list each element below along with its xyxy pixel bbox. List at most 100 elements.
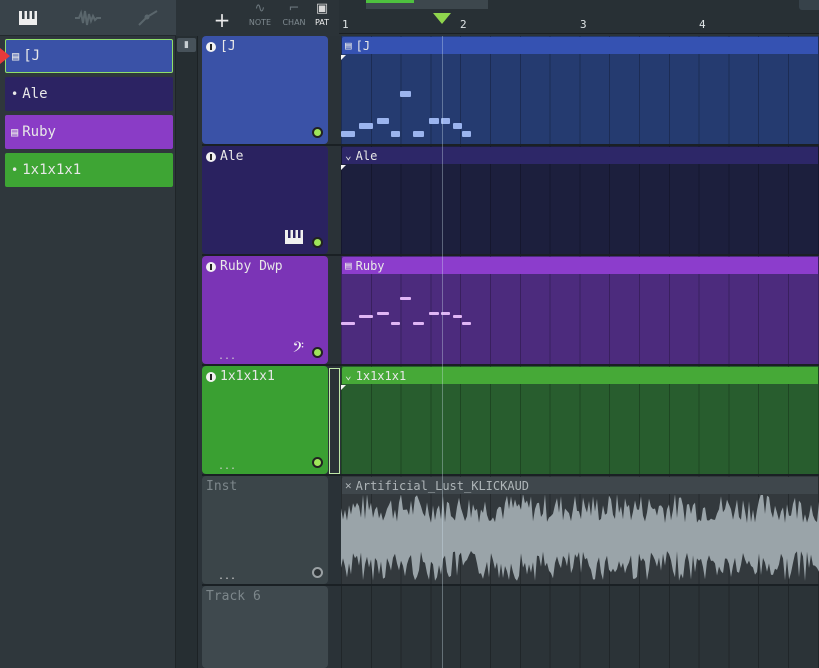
track-name: Ruby Dwp: [220, 259, 283, 274]
track-lane-6[interactable]: [341, 586, 819, 668]
track-resize-strip[interactable]: [329, 36, 341, 145]
waveform-icon[interactable]: [68, 6, 108, 30]
note: [359, 123, 373, 129]
note: [413, 322, 424, 325]
channel-dot-icon: •: [11, 163, 19, 177]
automation-icon[interactable]: [128, 6, 168, 30]
picker-item-label: [J: [23, 48, 41, 64]
clip-start-marker: [341, 385, 346, 390]
mute-icon[interactable]: [206, 371, 216, 382]
scroll-handle[interactable]: ▮: [177, 38, 196, 52]
picker-item-ale[interactable]: • Ale: [5, 77, 173, 111]
track-lane-4[interactable]: ⌄ 1x1x1x1: [341, 366, 819, 475]
track-enable-led[interactable]: [312, 567, 323, 578]
note: [462, 322, 471, 325]
ruler-corner-button[interactable]: [799, 0, 819, 10]
picker-item-pattern-j[interactable]: ▤ [J: [5, 39, 173, 73]
track-selection-outline: [329, 368, 340, 474]
playhead-marker[interactable]: [433, 13, 451, 24]
playhead-line: [442, 36, 443, 668]
track-name: Track 6: [206, 589, 261, 604]
track-resize-strip[interactable]: [329, 586, 341, 668]
track-header-5[interactable]: Inst ...: [202, 476, 328, 584]
track-header-4[interactable]: 1x1x1x1 ...: [202, 366, 328, 474]
picker-item-label: 1x1x1x1: [22, 162, 82, 178]
track-header-2[interactable]: Ale: [202, 146, 328, 254]
track-resize-strip[interactable]: [329, 476, 341, 585]
mute-icon[interactable]: [206, 261, 216, 272]
pattern-icon: ▣: [315, 1, 329, 16]
clip-label: Ruby: [355, 258, 385, 273]
picker-toolbar: [0, 0, 176, 36]
song-position-bar[interactable]: [366, 0, 488, 9]
track-header-3[interactable]: Ruby Dwp 𝄢 ...: [202, 256, 328, 364]
track-header-6[interactable]: Track 6: [202, 586, 328, 668]
picker-scrollbar[interactable]: ▮: [176, 36, 198, 668]
picker-item-ruby[interactable]: ▤ Ruby: [5, 115, 173, 149]
pattern-clip[interactable]: ▤ [J: [342, 37, 818, 54]
bass-clef-icon: 𝄢: [292, 339, 304, 360]
mode-note-button[interactable]: ∿ NOTE: [244, 0, 276, 34]
picker-item-label: Ruby: [22, 124, 56, 140]
track-lane-2[interactable]: ⌄ Ale: [341, 146, 819, 255]
piano-icon[interactable]: [8, 6, 48, 30]
note: [400, 297, 411, 300]
pattern-icon: ▤: [345, 39, 352, 52]
track-enable-led[interactable]: [312, 457, 323, 468]
track-header-1[interactable]: [J: [202, 36, 328, 144]
track-lane-1[interactable]: ▤ [J: [341, 36, 819, 145]
picker-item-1x1x1x1[interactable]: • 1x1x1x1: [5, 153, 173, 187]
note: [377, 118, 389, 124]
note: [453, 123, 462, 129]
clip-label: Ale: [355, 148, 378, 163]
note: [391, 322, 400, 325]
pattern-clip[interactable]: ⌄ 1x1x1x1: [342, 367, 818, 384]
piano-icon: [284, 229, 304, 250]
more-dots[interactable]: ...: [218, 571, 236, 582]
track-resize-strip[interactable]: [329, 146, 341, 255]
mode-label: NOTE: [248, 18, 272, 27]
note: [377, 312, 389, 315]
note: [391, 131, 400, 137]
more-dots[interactable]: ...: [218, 461, 236, 472]
pattern-icon: ▤: [345, 259, 352, 272]
clip-label: [J: [355, 38, 371, 53]
chevron-down-icon: ⌄: [345, 149, 352, 162]
bar-number: 4: [699, 18, 706, 31]
mode-label: CHAN: [282, 18, 306, 27]
chevron-down-icon: ⌄: [345, 369, 352, 382]
more-dots[interactable]: ...: [218, 351, 236, 362]
track-enable-led[interactable]: [312, 237, 323, 248]
track-name: Ale: [220, 149, 244, 164]
track-enable-led[interactable]: [312, 127, 323, 138]
pattern-icon: ▤: [12, 49, 20, 63]
mute-icon[interactable]: [206, 151, 216, 162]
waveform-shape: [341, 495, 819, 581]
bar-number: 3: [580, 18, 587, 31]
note: [429, 118, 439, 124]
mute-icon[interactable]: [206, 41, 216, 52]
lane-grid: [341, 586, 819, 668]
mode-pat-button[interactable]: ▣ PAT: [306, 0, 338, 34]
track-name: Inst: [206, 479, 238, 494]
close-icon: ✕: [345, 479, 352, 492]
timeline-ruler[interactable]: 1 2 3 4: [339, 0, 819, 34]
audio-waveform: [341, 495, 819, 581]
note: [341, 131, 355, 137]
track-lane-5[interactable]: ✕ Artificial_Lust_KLICKAUD: [341, 476, 819, 585]
note: [359, 315, 373, 318]
add-track-button[interactable]: +: [205, 6, 239, 34]
note: [453, 315, 462, 318]
track-resize-strip[interactable]: [329, 256, 341, 365]
clip-label: 1x1x1x1: [355, 368, 407, 383]
track-lane-3[interactable]: ▤ Ruby: [341, 256, 819, 365]
bar-number: 2: [460, 18, 467, 31]
pattern-clip[interactable]: ⌄ Ale: [342, 147, 818, 164]
clip-start-marker: [341, 165, 346, 170]
audio-clip[interactable]: ✕ Artificial_Lust_KLICKAUD: [342, 477, 818, 494]
pattern-clip[interactable]: ▤ Ruby: [342, 257, 818, 274]
picker-panel: ▤ [J • Ale ▤ Ruby • 1x1x1x1: [0, 0, 176, 668]
waveform-icon: ∿: [254, 1, 266, 16]
clip-start-marker: [341, 55, 346, 60]
track-enable-led[interactable]: [312, 347, 323, 358]
